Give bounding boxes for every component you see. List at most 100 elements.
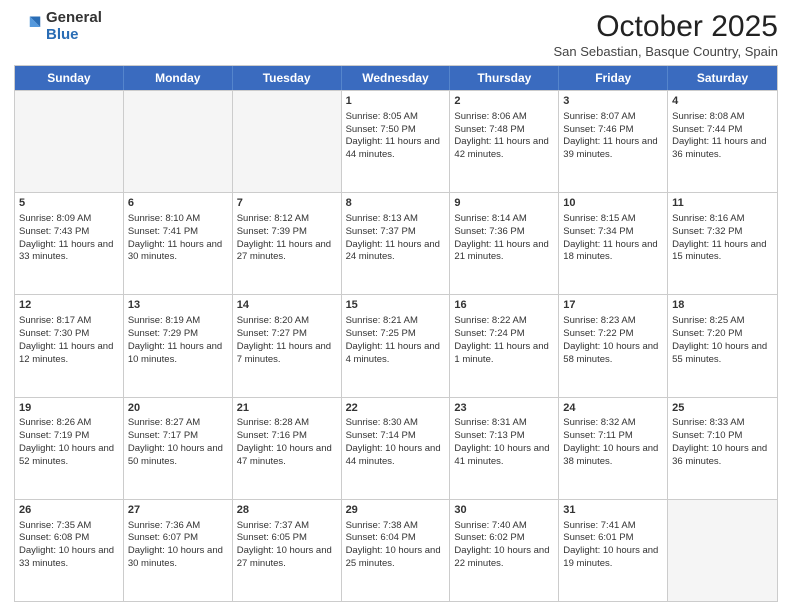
day-number: 12 (19, 298, 119, 313)
day-info: Sunrise: 8:21 AM Sunset: 7:25 PM Dayligh… (346, 315, 446, 366)
location-subtitle: San Sebastian, Basque Country, Spain (553, 44, 778, 59)
day-cell-21: 21Sunrise: 8:28 AM Sunset: 7:16 PM Dayli… (233, 398, 342, 499)
day-info: Sunrise: 8:06 AM Sunset: 7:48 PM Dayligh… (454, 111, 554, 162)
day-info: Sunrise: 8:31 AM Sunset: 7:13 PM Dayligh… (454, 417, 554, 468)
logo-icon (14, 13, 42, 41)
empty-cell (124, 91, 233, 192)
day-info: Sunrise: 8:05 AM Sunset: 7:50 PM Dayligh… (346, 111, 446, 162)
day-cell-9: 9Sunrise: 8:14 AM Sunset: 7:36 PM Daylig… (450, 193, 559, 294)
day-cell-8: 8 Sunrise: 8:13 AM Sunset: 7:37 PM Daylig… (342, 193, 451, 294)
day-cell-16: 16 Sunrise: 8:22 AM Sunset: 7:24 PM Dayli… (450, 295, 559, 396)
day-number: 1 (346, 94, 446, 109)
day-number: 25 (672, 401, 773, 416)
day-number: 24 (563, 401, 663, 416)
empty-cell (668, 500, 777, 601)
day-cell-17: 17 Sunrise: 8:23 AM Sunset: 7:22 PM Dayli… (559, 295, 668, 396)
day-cell-10: 10Sunrise: 8:15 AM Sunset: 7:34 PM Dayli… (559, 193, 668, 294)
header-day-saturday: Saturday (668, 66, 777, 90)
day-cell-29: 29Sunrise: 7:38 AM Sunset: 6:04 PM Dayli… (342, 500, 451, 601)
calendar-body: 1 Sunrise: 8:05 AM Sunset: 7:50 PM Daylig… (15, 90, 777, 601)
day-number: 11 (672, 196, 773, 211)
day-info: Sunrise: 8:28 AM Sunset: 7:16 PM Dayligh… (237, 417, 337, 468)
logo-text: General Blue (46, 10, 102, 43)
calendar: SundayMondayTuesdayWednesdayThursdayFrid… (14, 65, 778, 602)
header-day-sunday: Sunday (15, 66, 124, 90)
day-info: Sunrise: 7:37 AM Sunset: 6:05 PM Dayligh… (237, 520, 337, 571)
day-cell-25: 25Sunrise: 8:33 AM Sunset: 7:10 PM Dayli… (668, 398, 777, 499)
day-number: 8 (346, 196, 446, 211)
day-cell-12: 12 Sunrise: 8:17 AM Sunset: 7:30 PM Dayli… (15, 295, 124, 396)
day-cell-27: 27 Sunrise: 7:36 AM Sunset: 6:07 PM Dayli… (124, 500, 233, 601)
day-number: 10 (563, 196, 663, 211)
day-cell-4: 4Sunrise: 8:08 AM Sunset: 7:44 PM Daylig… (668, 91, 777, 192)
day-cell-22: 22Sunrise: 8:30 AM Sunset: 7:14 PM Dayli… (342, 398, 451, 499)
day-info: Sunrise: 8:13 AM Sunset: 7:37 PM Dayligh… (346, 213, 446, 264)
day-cell-2: 2 Sunrise: 8:06 AM Sunset: 7:48 PM Daylig… (450, 91, 559, 192)
day-number: 9 (454, 196, 554, 211)
day-cell-7: 7 Sunrise: 8:12 AM Sunset: 7:39 PM Daylig… (233, 193, 342, 294)
day-info: Sunrise: 8:33 AM Sunset: 7:10 PM Dayligh… (672, 417, 773, 468)
header: General Blue October 2025 San Sebastian,… (14, 10, 778, 59)
day-number: 22 (346, 401, 446, 416)
day-cell-19: 19Sunrise: 8:26 AM Sunset: 7:19 PM Dayli… (15, 398, 124, 499)
day-cell-20: 20Sunrise: 8:27 AM Sunset: 7:17 PM Dayli… (124, 398, 233, 499)
page: General Blue October 2025 San Sebastian,… (0, 0, 792, 612)
day-info: Sunrise: 8:22 AM Sunset: 7:24 PM Dayligh… (454, 315, 554, 366)
day-info: Sunrise: 8:16 AM Sunset: 7:32 PM Dayligh… (672, 213, 773, 264)
day-cell-11: 11 Sunrise: 8:16 AM Sunset: 7:32 PM Dayli… (668, 193, 777, 294)
day-info: Sunrise: 8:17 AM Sunset: 7:30 PM Dayligh… (19, 315, 119, 366)
day-info: Sunrise: 8:32 AM Sunset: 7:11 PM Dayligh… (563, 417, 663, 468)
day-cell-14: 14Sunrise: 8:20 AM Sunset: 7:27 PM Dayli… (233, 295, 342, 396)
title-block: October 2025 San Sebastian, Basque Count… (553, 10, 778, 59)
empty-cell (233, 91, 342, 192)
day-info: Sunrise: 8:26 AM Sunset: 7:19 PM Dayligh… (19, 417, 119, 468)
header-day-friday: Friday (559, 66, 668, 90)
day-info: Sunrise: 8:25 AM Sunset: 7:20 PM Dayligh… (672, 315, 773, 366)
day-info: Sunrise: 8:07 AM Sunset: 7:46 PM Dayligh… (563, 111, 663, 162)
day-number: 5 (19, 196, 119, 211)
week-row-4: 19Sunrise: 8:26 AM Sunset: 7:19 PM Dayli… (15, 397, 777, 499)
day-cell-6: 6Sunrise: 8:10 AM Sunset: 7:41 PM Daylig… (124, 193, 233, 294)
day-number: 21 (237, 401, 337, 416)
month-title: October 2025 (553, 10, 778, 44)
day-cell-24: 24Sunrise: 8:32 AM Sunset: 7:11 PM Dayli… (559, 398, 668, 499)
day-number: 7 (237, 196, 337, 211)
day-info: Sunrise: 7:35 AM Sunset: 6:08 PM Dayligh… (19, 520, 119, 571)
header-day-thursday: Thursday (450, 66, 559, 90)
day-number: 29 (346, 503, 446, 518)
day-info: Sunrise: 8:20 AM Sunset: 7:27 PM Dayligh… (237, 315, 337, 366)
day-info: Sunrise: 8:08 AM Sunset: 7:44 PM Dayligh… (672, 111, 773, 162)
header-day-tuesday: Tuesday (233, 66, 342, 90)
day-cell-1: 1 Sunrise: 8:05 AM Sunset: 7:50 PM Daylig… (342, 91, 451, 192)
day-number: 3 (563, 94, 663, 109)
day-number: 26 (19, 503, 119, 518)
week-row-1: 1 Sunrise: 8:05 AM Sunset: 7:50 PM Daylig… (15, 90, 777, 192)
day-number: 30 (454, 503, 554, 518)
day-number: 15 (346, 298, 446, 313)
header-day-monday: Monday (124, 66, 233, 90)
day-number: 28 (237, 503, 337, 518)
week-row-3: 12 Sunrise: 8:17 AM Sunset: 7:30 PM Dayli… (15, 294, 777, 396)
week-row-5: 26 Sunrise: 7:35 AM Sunset: 6:08 PM Dayli… (15, 499, 777, 601)
day-number: 2 (454, 94, 554, 109)
header-day-wednesday: Wednesday (342, 66, 451, 90)
calendar-header-row: SundayMondayTuesdayWednesdayThursdayFrid… (15, 66, 777, 90)
day-cell-23: 23Sunrise: 8:31 AM Sunset: 7:13 PM Dayli… (450, 398, 559, 499)
day-info: Sunrise: 8:12 AM Sunset: 7:39 PM Dayligh… (237, 213, 337, 264)
day-info: Sunrise: 7:40 AM Sunset: 6:02 PM Dayligh… (454, 520, 554, 571)
day-cell-13: 13Sunrise: 8:19 AM Sunset: 7:29 PM Dayli… (124, 295, 233, 396)
day-number: 17 (563, 298, 663, 313)
day-cell-3: 3 Sunrise: 8:07 AM Sunset: 7:46 PM Daylig… (559, 91, 668, 192)
day-cell-31: 31Sunrise: 7:41 AM Sunset: 6:01 PM Dayli… (559, 500, 668, 601)
day-info: Sunrise: 7:36 AM Sunset: 6:07 PM Dayligh… (128, 520, 228, 571)
day-cell-15: 15 Sunrise: 8:21 AM Sunset: 7:25 PM Dayli… (342, 295, 451, 396)
day-number: 18 (672, 298, 773, 313)
day-number: 23 (454, 401, 554, 416)
day-number: 20 (128, 401, 228, 416)
day-info: Sunrise: 8:27 AM Sunset: 7:17 PM Dayligh… (128, 417, 228, 468)
day-info: Sunrise: 8:23 AM Sunset: 7:22 PM Dayligh… (563, 315, 663, 366)
empty-cell (15, 91, 124, 192)
day-number: 16 (454, 298, 554, 313)
day-number: 6 (128, 196, 228, 211)
day-number: 27 (128, 503, 228, 518)
